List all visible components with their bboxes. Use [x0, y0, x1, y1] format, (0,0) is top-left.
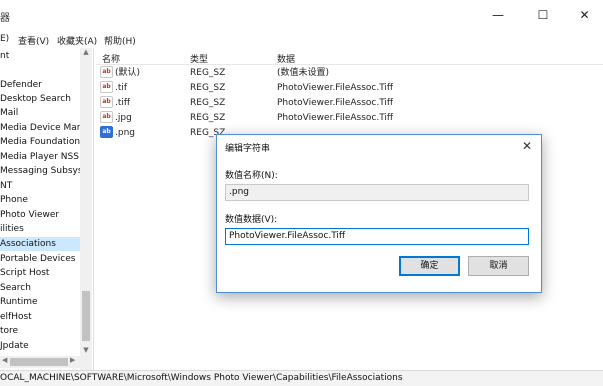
registry-editor-window: 器 — ☐ ✕ E) 查看(V) 收藏夹(A) 帮助(H) nt Defende… — [0, 0, 603, 386]
tree-item-selected[interactable]: Associations — [0, 237, 80, 251]
scroll-left-icon[interactable]: ◀ — [2, 356, 7, 364]
menu-bar: E) 查看(V) 收藏夹(A) 帮助(H) — [0, 31, 603, 48]
tree-item[interactable]: tore — [0, 324, 18, 338]
tree-item[interactable]: Jpdate — [0, 339, 29, 353]
tree-item[interactable]: nt — [0, 49, 9, 63]
value-row[interactable]: ab .jpg REG_SZ PhotoViewer.FileAssoc.Tiff — [96, 110, 603, 126]
menu-favorites[interactable]: 收藏夹(A) — [57, 34, 97, 47]
string-value-icon: ab — [100, 80, 113, 93]
tree-vertical-scroll-thumb[interactable] — [82, 291, 90, 341]
string-value-icon: ab — [100, 95, 113, 108]
cancel-button[interactable]: 取消 — [468, 256, 529, 276]
menu-help[interactable]: 帮助(H) — [104, 34, 136, 47]
dialog-close-icon[interactable]: ✕ — [517, 137, 537, 155]
value-type: REG_SZ — [190, 83, 226, 93]
tree-item[interactable]: Defender — [0, 78, 42, 92]
registry-path: OCAL_MACHINE\SOFTWARE\Microsoft\Windows … — [0, 373, 403, 383]
value-row[interactable]: ab .tif REG_SZ PhotoViewer.FileAssoc.Tiff — [96, 80, 603, 96]
window-title: 器 — [0, 13, 10, 24]
scroll-up-icon[interactable]: ▲ — [80, 48, 92, 56]
value-name: .png — [115, 128, 135, 138]
tree-item[interactable]: Media Player NSS — [0, 150, 79, 164]
column-header-data[interactable]: 数据 — [277, 52, 295, 65]
tree-item[interactable]: Media Device Mana — [0, 121, 88, 135]
tree-item[interactable]: Runtime — [0, 295, 38, 309]
tree-item[interactable]: Messaging Subsyst — [0, 164, 86, 178]
scroll-right-icon[interactable]: ▶ — [70, 356, 75, 364]
tree-item[interactable]: Desktop Search — [0, 92, 71, 106]
string-value-icon: ab — [100, 125, 113, 138]
value-data-input[interactable]: PhotoViewer.FileAssoc.Tiff — [225, 228, 529, 245]
tree-item[interactable]: Photo Viewer — [0, 208, 59, 222]
registry-key-tree: nt Defender Desktop Search Mail Media De… — [0, 48, 94, 370]
dialog-title: 编辑字符串 — [225, 144, 271, 154]
tree-item[interactable]: Search — [0, 281, 31, 295]
tree-item[interactable]: Media Foundation — [0, 135, 80, 149]
column-header-type[interactable]: 类型 — [190, 52, 208, 65]
tree-item[interactable]: elfHost — [0, 310, 32, 324]
value-name: .tif — [115, 83, 128, 93]
column-header-name[interactable]: 名称 — [102, 52, 120, 65]
status-bar: OCAL_MACHINE\SOFTWARE\Microsoft\Windows … — [0, 370, 603, 386]
tree-item[interactable]: Phone — [0, 193, 28, 207]
value-data: PhotoViewer.FileAssoc.Tiff — [277, 113, 394, 123]
maximize-button[interactable]: ☐ — [521, 0, 565, 31]
value-data-label: 数值数据(V): — [225, 215, 278, 225]
list-header: 名称 类型 数据 — [96, 48, 603, 65]
menu-edit[interactable]: E) — [0, 34, 9, 44]
string-value-icon: ab — [100, 110, 113, 123]
tree-item[interactable]: Mail — [0, 106, 18, 120]
close-window-button[interactable]: ✕ — [566, 0, 603, 31]
value-row[interactable]: ab .tiff REG_SZ PhotoViewer.FileAssoc.Tif… — [96, 95, 603, 111]
tree-item[interactable]: NT — [0, 179, 12, 193]
tree-vertical-scrollbar[interactable]: ▲ ▼ — [80, 48, 92, 370]
tree-item[interactable]: Portable Devices — [0, 252, 75, 266]
scroll-down-icon[interactable]: ▼ — [80, 346, 92, 354]
value-row[interactable]: ab (默认) REG_SZ (数值未设置) — [96, 65, 603, 81]
tree-horizontal-scroll-thumb[interactable] — [10, 358, 68, 366]
tree-item[interactable]: ilities — [0, 222, 24, 236]
value-data: PhotoViewer.FileAssoc.Tiff — [277, 83, 394, 93]
value-name: .jpg — [115, 113, 132, 123]
minimize-button[interactable]: — — [476, 0, 520, 31]
value-type: REG_SZ — [190, 68, 226, 78]
edit-string-dialog: 编辑字符串 ✕ 数值名称(N): .png 数值数据(V): PhotoView… — [216, 134, 542, 293]
tree-item[interactable]: Script Host — [0, 266, 49, 280]
string-value-icon: ab — [100, 65, 113, 78]
ok-button[interactable]: 确定 — [399, 256, 460, 276]
value-data: PhotoViewer.FileAssoc.Tiff — [277, 98, 394, 108]
value-type: REG_SZ — [190, 113, 226, 123]
value-name: (默认) — [115, 68, 141, 78]
menu-view[interactable]: 查看(V) — [18, 34, 49, 47]
title-bar: 器 — ☐ ✕ — [0, 0, 603, 31]
value-type: REG_SZ — [190, 98, 226, 108]
value-name-field[interactable]: .png — [225, 184, 529, 201]
value-data: (数值未设置) — [277, 68, 330, 78]
value-name-label: 数值名称(N): — [225, 171, 278, 181]
value-name: .tiff — [115, 98, 131, 108]
tree-horizontal-scrollbar[interactable]: ◀ ▶ — [0, 356, 80, 368]
